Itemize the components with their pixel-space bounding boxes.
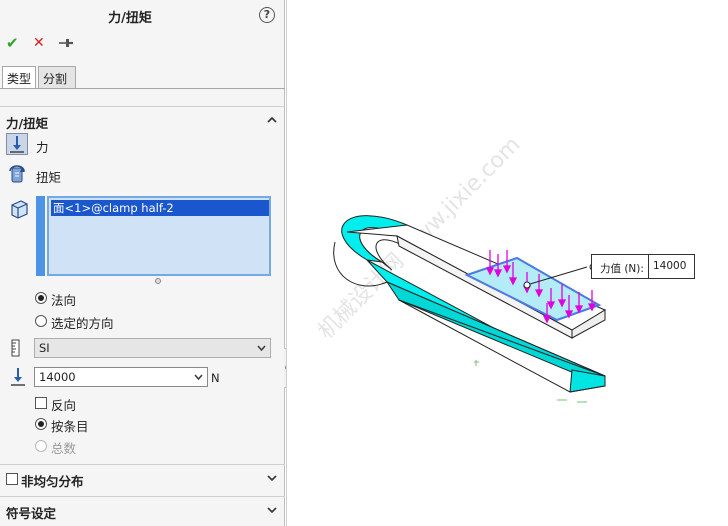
force-value-input[interactable]: 14000 (34, 367, 208, 387)
units-ruler-icon (11, 339, 20, 357)
face-selection-icon (11, 200, 28, 219)
symbol-section-title: 符号设定 (6, 506, 57, 521)
force-torque-section-title: 力/扭矩 (6, 116, 49, 131)
force-arrow-icon (10, 136, 24, 153)
per-item-label: 按条目 (51, 419, 89, 434)
per-item-radio[interactable] (35, 418, 47, 430)
nonuniform-checkbox[interactable] (6, 473, 18, 485)
selection-list-item[interactable]: 面<1>@clamp half-2 (51, 200, 269, 216)
force-value-text: 14000 (39, 370, 76, 384)
chevron-down-icon (257, 345, 266, 352)
callout-value[interactable]: 14000 (648, 255, 696, 278)
selected-direction-label: 选定的方向 (51, 316, 114, 331)
force-unit-label: N (211, 371, 220, 385)
chevron-down-icon[interactable] (194, 373, 203, 381)
nonuniform-section-header[interactable]: 非均匀分布 (0, 467, 285, 491)
torque-label: 扭矩 (36, 170, 62, 185)
graphics-viewport[interactable]: 机械设计网 www.jixie.com 力值 (N): 14000 (286, 0, 728, 526)
panel-title-bar: 力/扭矩 ? (0, 0, 285, 30)
force-label: 力 (36, 140, 49, 155)
selected-direction-radio[interactable] (35, 315, 47, 327)
cancel-icon[interactable]: ✕ (33, 34, 45, 52)
list-resize-handle[interactable] (155, 278, 161, 284)
help-icon[interactable]: ? (259, 7, 275, 23)
force-torque-section-header[interactable]: 力/扭矩 (0, 109, 285, 133)
force-value-callout[interactable]: 力值 (N): 14000 (591, 254, 695, 279)
pin-icon[interactable] (58, 36, 74, 54)
section-divider (0, 464, 285, 465)
normal-direction-radio[interactable] (35, 292, 47, 304)
selection-focus-bar (36, 196, 45, 276)
total-label: 总数 (51, 441, 77, 456)
reverse-direction-checkbox[interactable] (35, 397, 47, 409)
units-select[interactable]: SI (34, 338, 271, 358)
reverse-direction-label: 反向 (51, 398, 77, 413)
symbol-section-header[interactable]: 符号设定 (0, 499, 285, 523)
units-select-value: SI (39, 341, 50, 355)
torque-icon (9, 165, 25, 183)
force-toggle-button[interactable] (6, 133, 28, 155)
face-selection-list[interactable]: 面<1>@clamp half-2 (47, 196, 271, 276)
section-divider (0, 106, 285, 107)
chevron-down-icon[interactable] (267, 505, 277, 515)
ok-icon[interactable]: ✔ (6, 34, 19, 52)
callout-label: 力值 (N): (600, 263, 644, 275)
nonuniform-section-title: 非均匀分布 (21, 474, 84, 489)
pin-icon-glyph (59, 39, 73, 47)
total-radio (35, 440, 47, 452)
chevron-up-icon[interactable] (267, 115, 277, 125)
normal-direction-label: 法向 (51, 293, 77, 308)
tab-type[interactable]: 类型 (2, 66, 36, 88)
torque-toggle-button[interactable] (6, 163, 28, 185)
property-manager-panel: 力/扭矩 ? ✔ ✕ 类型 分割 力/扭矩 力 扭矩 面<1>@clamp ha… (0, 0, 285, 526)
action-row: ✔ ✕ (0, 34, 285, 52)
force-value-arrow-icon (11, 368, 25, 386)
tab-divider (0, 88, 285, 89)
panel-title: 力/扭矩 (108, 11, 152, 26)
tab-split[interactable]: 分割 (38, 66, 76, 88)
section-divider (0, 496, 285, 497)
callout-anchor (523, 281, 531, 289)
chevron-down-icon[interactable] (267, 473, 277, 483)
